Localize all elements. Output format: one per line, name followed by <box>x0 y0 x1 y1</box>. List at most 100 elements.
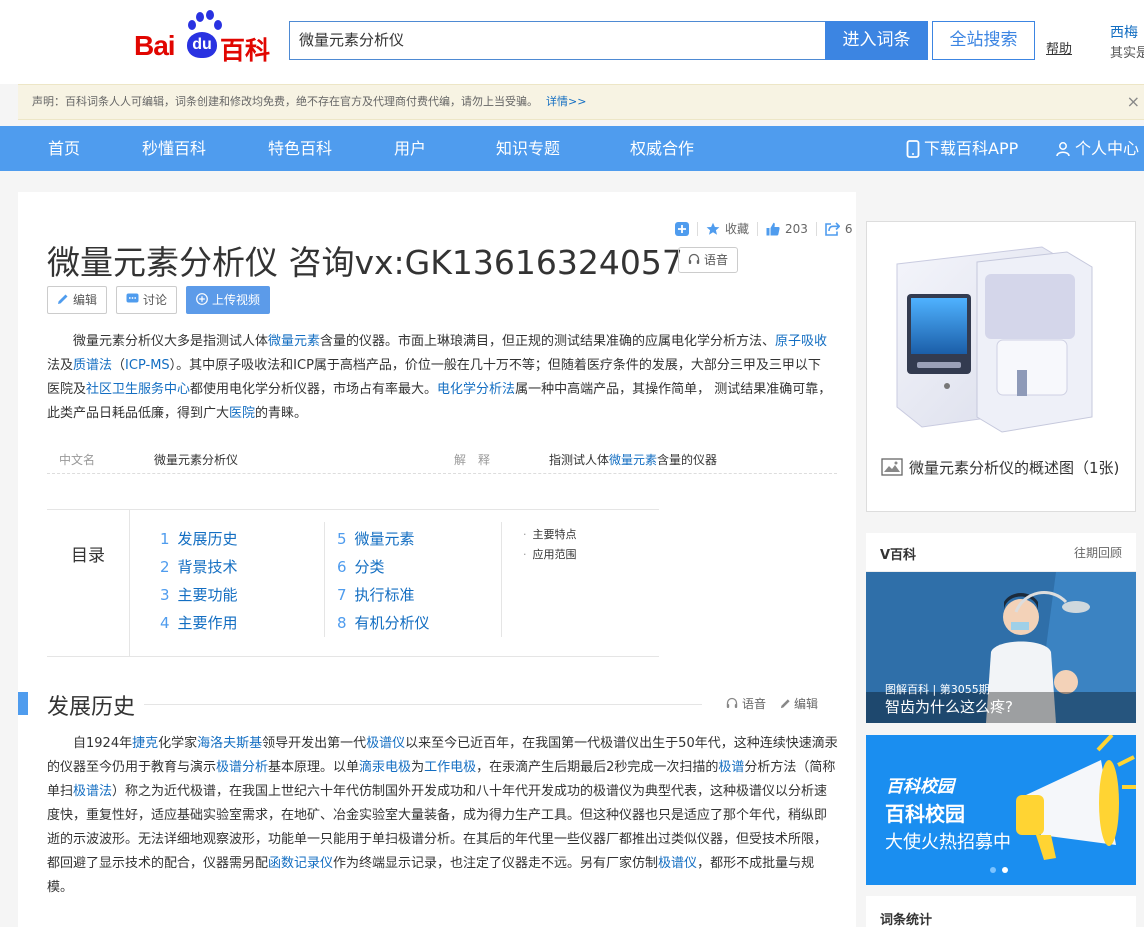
link-trace-elements[interactable]: 微量元素 <box>609 453 657 467</box>
toc-item-label: 背景技术 <box>177 558 238 576</box>
image-caption[interactable]: 微量元素分析仪的概述图（1张) <box>881 456 1131 480</box>
edit-button[interactable]: 编辑 <box>47 286 108 314</box>
paragraph-text: 作为终端显示记录，也注定了仪器走不远。另有厂家仿制 <box>333 856 659 871</box>
summary-image-card[interactable]: 微量元素分析仪的概述图（1张) <box>866 221 1136 512</box>
add-icon[interactable] <box>675 221 689 236</box>
toc-subitem[interactable]: 应用范围 <box>523 546 577 562</box>
star-icon <box>706 222 720 235</box>
toc-item[interactable]: 8 有机分析仪 <box>337 612 430 633</box>
link-atomic-absorption[interactable]: 原子吸收 <box>775 334 827 349</box>
link-czech[interactable]: 捷克 <box>132 736 158 751</box>
basic-info: 中文名 微量元素分析仪 解 释 指测试人体微量元素含量的仪器 <box>47 448 837 474</box>
v-baike-header: V百科 往期回顾 <box>866 533 1136 572</box>
toc-item-label: 主要功能 <box>177 586 238 604</box>
search-input[interactable]: 微量元素分析仪 <box>289 21 826 60</box>
paragraph-text: 领导开发出第一代 <box>262 736 367 751</box>
logo-bai: Bai <box>134 30 176 61</box>
like-button[interactable]: 203 <box>766 222 808 236</box>
link-dropping-mercury-electrode[interactable]: 滴汞电极 <box>359 760 411 775</box>
section-voice-label: 语音 <box>742 697 767 711</box>
link-polarographic-analysis[interactable]: 极谱分析 <box>216 760 268 775</box>
link-polarograph[interactable]: 极谱仪 <box>366 736 405 751</box>
help-link[interactable]: 帮助 <box>1046 38 1072 57</box>
toc-item[interactable]: 2 背景技术 <box>160 556 238 577</box>
title-voice-button[interactable]: 语音 <box>678 247 738 273</box>
toc-label: 目录 <box>47 510 130 656</box>
section-marker <box>18 692 28 715</box>
toc-item-label: 主要作用 <box>177 614 238 632</box>
basic-info-key: 中文名 <box>59 453 96 467</box>
toc-item[interactable]: 3 主要功能 <box>160 584 238 605</box>
summary-text: 都使用电化学分析仪器，市场占有率最大。 <box>190 382 438 397</box>
table-of-contents: 目录 1 发展历史 2 背景技术 3 主要功能 4 主要作用 5 微量元素 6 分类 7 执行… <box>47 509 659 657</box>
toc-item[interactable]: 6 分类 <box>337 556 385 577</box>
baidu-baike-logo[interactable]: Bai du 百科 <box>134 10 272 65</box>
v-baike-history-link[interactable]: 往期回顾 <box>1074 544 1122 561</box>
nav-topics[interactable]: 知识专题 <box>496 126 560 171</box>
paragraph-text: 自1924年 <box>73 736 133 751</box>
link-heyrovsky[interactable]: 海洛夫斯基 <box>197 736 262 751</box>
entry-stats-panel: 词条统计 <box>866 896 1136 927</box>
campus-banner[interactable]: 百科校园 百科校园 大使火热招募中 <box>866 735 1136 885</box>
download-app-link[interactable]: 下载百科APP <box>906 126 1018 171</box>
close-icon[interactable]: × <box>1127 85 1140 119</box>
share-button[interactable]: 6 <box>825 222 853 236</box>
nav-miaodong[interactable]: 秒懂百科 <box>142 126 206 171</box>
section-title: 发展历史 <box>47 695 136 720</box>
discuss-button[interactable]: 讨论 <box>116 286 178 314</box>
v-baike-video-title: 智齿为什么这么疼? <box>885 698 1013 716</box>
logo-du: du <box>187 32 217 58</box>
link-working-electrode[interactable]: 工作电极 <box>424 760 476 775</box>
site-search-button[interactable]: 全站搜索 <box>932 21 1035 60</box>
nav-users[interactable]: 用户 <box>394 126 426 171</box>
section-divider <box>144 704 702 705</box>
basic-info-text: 指测试人体 <box>549 453 610 467</box>
link-community-health-center[interactable]: 社区卫生服务中心 <box>86 382 190 397</box>
link-electrochemical-analysis[interactable]: 电化学分析法 <box>437 382 515 397</box>
link-hospital[interactable]: 医院 <box>229 406 255 421</box>
notice-bar: 声明：百科词条人人可编辑，词条创建和修改均免费，绝不存在官方及代理商付费代编，请… <box>18 84 1144 120</box>
nav-home[interactable]: 首页 <box>48 126 80 171</box>
toc-item[interactable]: 1 发展历史 <box>160 528 238 549</box>
section-voice-button[interactable]: 语音 <box>726 695 766 712</box>
enter-entry-button[interactable]: 进入词条 <box>825 21 928 60</box>
summary-text: 微量元素分析仪大多是指测试人体 <box>73 334 269 349</box>
link-icp-ms[interactable]: ICP-MS <box>125 358 170 373</box>
basic-info-value: 微量元素分析仪 <box>154 453 239 467</box>
download-app-label: 下载百科APP <box>924 139 1019 158</box>
share-icon <box>825 221 840 236</box>
user-name-link[interactable]: 西梅 <box>1110 22 1138 42</box>
notice-details-link[interactable]: 详情>> <box>546 95 586 108</box>
link-mass-spec[interactable]: 质谱法 <box>73 358 112 373</box>
paw-icon <box>196 12 204 22</box>
link-function-recorder[interactable]: 函数记录仪 <box>268 856 333 871</box>
personal-center-link[interactable]: 个人中心 <box>1055 126 1139 171</box>
link-polarography[interactable]: 极谱 <box>718 760 744 775</box>
user-icon <box>1056 141 1070 156</box>
collect-button[interactable]: 收藏 <box>706 220 749 237</box>
toc-item[interactable]: 7 执行标准 <box>337 584 415 605</box>
paragraph-text: ，在汞滴产生后期最后2秒完成一次扫描的 <box>476 760 719 775</box>
upload-video-button[interactable]: 上传视频 <box>186 286 271 314</box>
pencil-icon <box>58 294 68 304</box>
toc-num: 3 <box>160 586 170 604</box>
main-nav: 首页 秒懂百科 特色百科 用户 知识专题 权威合作 下载百科APP 个人中心 <box>0 126 1144 171</box>
nav-featured[interactable]: 特色百科 <box>268 126 332 171</box>
toc-num: 4 <box>160 614 170 632</box>
paw-icon <box>214 20 222 30</box>
divider <box>757 221 759 236</box>
link-trace-elements[interactable]: 微量元素 <box>268 334 320 349</box>
toc-item[interactable]: 5 微量元素 <box>337 528 415 549</box>
v-baike-tag: 图解百科 | 第3055期 <box>885 683 990 696</box>
link-polarography-method[interactable]: 极谱法 <box>73 784 112 799</box>
plus-circle-icon <box>196 293 208 305</box>
toc-item[interactable]: 4 主要作用 <box>160 612 238 633</box>
link-polarograph[interactable]: 极谱仪 <box>658 856 697 871</box>
v-baike-video[interactable]: 图解百科 | 第3055期 智齿为什么这么疼? <box>866 572 1136 723</box>
toc-subitem[interactable]: 主要特点 <box>523 526 577 542</box>
paragraph-text: 化学家 <box>158 736 198 751</box>
headphones-icon <box>688 253 700 264</box>
nav-cooperation[interactable]: 权威合作 <box>630 126 694 171</box>
section-edit-button[interactable]: 编辑 <box>780 695 818 712</box>
personal-center-label: 个人中心 <box>1075 139 1140 158</box>
